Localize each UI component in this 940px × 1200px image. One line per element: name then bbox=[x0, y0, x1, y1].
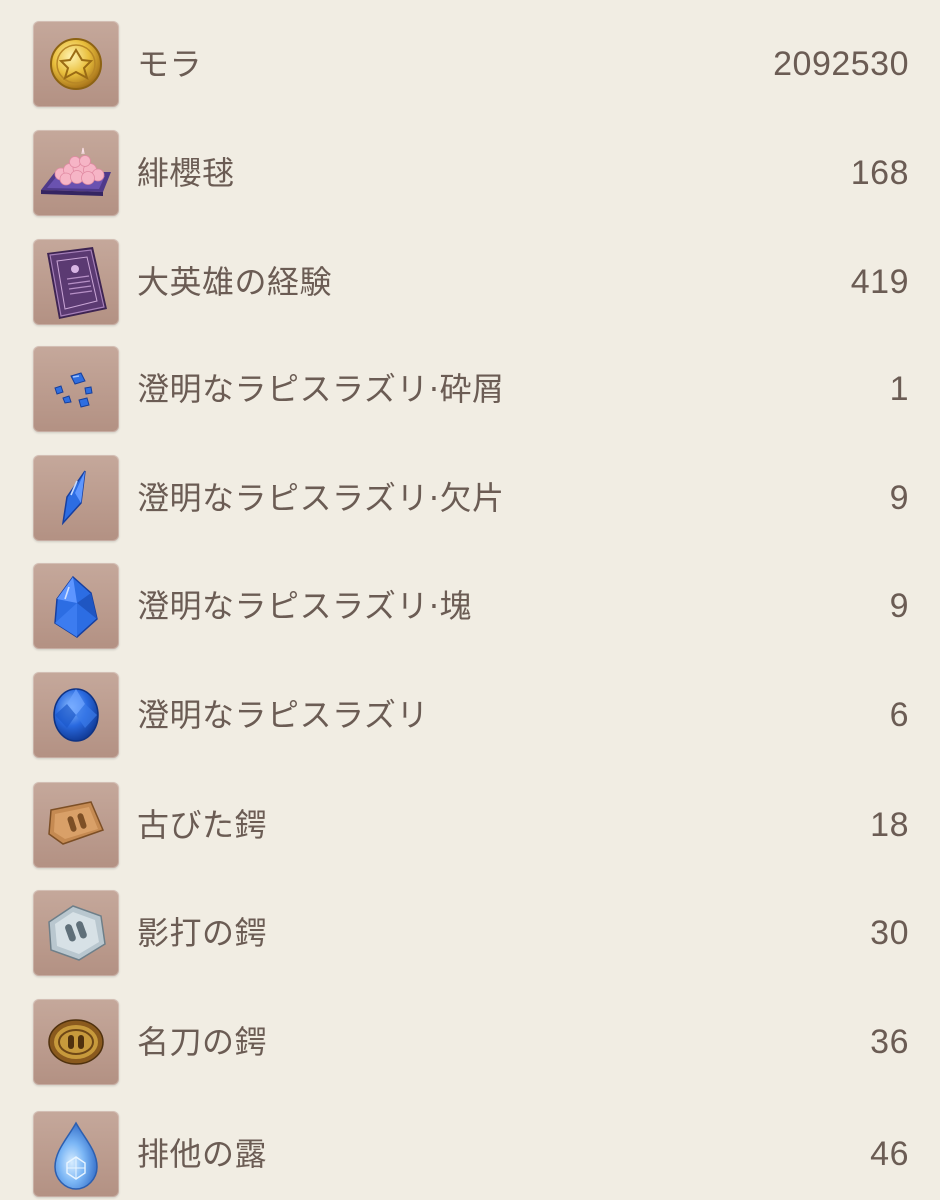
material-list: モラ 2092530 緋櫻毬 168 大英雄の経験 419 澄明なラピスラズリ·… bbox=[0, 0, 940, 1200]
list-item[interactable]: 影打の鍔 30 bbox=[0, 890, 940, 976]
list-item[interactable]: 澄明なラピスラズリ·欠片 9 bbox=[0, 455, 940, 541]
lapis-chunk-icon bbox=[54, 575, 98, 638]
item-icon-frame bbox=[33, 890, 119, 976]
item-count: 419 bbox=[850, 263, 909, 301]
list-item[interactable]: 排他の露 46 bbox=[0, 1111, 940, 1197]
item-count: 168 bbox=[850, 154, 909, 192]
item-icon-frame bbox=[33, 782, 119, 868]
list-item[interactable]: 大英雄の経験 419 bbox=[0, 239, 940, 325]
item-name: 古びた鍔 bbox=[137, 806, 268, 844]
item-icon-frame bbox=[33, 130, 119, 216]
lapis-sliver-icon bbox=[54, 372, 93, 408]
dew-drop-icon bbox=[54, 1121, 98, 1190]
list-item[interactable]: 澄明なラピスラズリ·塊 9 bbox=[0, 563, 940, 649]
item-count: 1 bbox=[889, 370, 909, 408]
sakura-bloom-icon bbox=[41, 147, 111, 196]
lapis-gemstone-icon bbox=[53, 688, 99, 742]
mora-coin-icon bbox=[50, 38, 102, 90]
item-name: 澄明なラピスラズリ·砕屑 bbox=[137, 370, 505, 408]
item-icon-frame bbox=[33, 1111, 119, 1197]
item-name: 影打の鍔 bbox=[137, 914, 268, 952]
item-name: 緋櫻毬 bbox=[137, 154, 235, 192]
list-item[interactable]: 澄明なラピスラズリ·砕屑 1 bbox=[0, 346, 940, 432]
item-icon-frame bbox=[33, 346, 119, 432]
item-count: 9 bbox=[889, 587, 909, 625]
famed-handguard-icon bbox=[48, 1019, 104, 1065]
heros-wit-book-icon bbox=[47, 247, 107, 319]
item-name: 名刀の鍔 bbox=[137, 1023, 268, 1061]
item-icon-frame bbox=[33, 239, 119, 325]
list-item[interactable]: 名刀の鍔 36 bbox=[0, 999, 940, 1085]
item-count: 36 bbox=[870, 1023, 909, 1061]
list-item[interactable]: 古びた鍔 18 bbox=[0, 782, 940, 868]
item-name: 排他の露 bbox=[137, 1135, 268, 1173]
item-name: モラ bbox=[137, 45, 203, 83]
item-icon-frame bbox=[33, 455, 119, 541]
item-count: 30 bbox=[870, 914, 909, 952]
list-item[interactable]: モラ 2092530 bbox=[0, 21, 940, 107]
kageuchi-handguard-icon bbox=[48, 905, 106, 961]
item-count: 6 bbox=[889, 696, 909, 734]
list-item[interactable]: 緋櫻毬 168 bbox=[0, 130, 940, 216]
item-count: 9 bbox=[889, 479, 909, 517]
item-name: 澄明なラピスラズリ·欠片 bbox=[137, 479, 505, 517]
item-icon-frame bbox=[33, 672, 119, 758]
item-name: 大英雄の経験 bbox=[137, 263, 333, 301]
item-name: 澄明なラピスラズリ·塊 bbox=[137, 587, 473, 625]
item-icon-frame bbox=[33, 21, 119, 107]
item-count: 46 bbox=[870, 1135, 909, 1173]
lapis-fragment-icon bbox=[61, 470, 86, 526]
item-count: 2092530 bbox=[773, 45, 909, 83]
list-item[interactable]: 澄明なラピスラズリ 6 bbox=[0, 672, 940, 758]
old-handguard-icon bbox=[48, 801, 105, 845]
item-name: 澄明なラピスラズリ bbox=[137, 696, 429, 734]
item-icon-frame bbox=[33, 999, 119, 1085]
item-icon-frame bbox=[33, 563, 119, 649]
item-count: 18 bbox=[870, 806, 909, 844]
